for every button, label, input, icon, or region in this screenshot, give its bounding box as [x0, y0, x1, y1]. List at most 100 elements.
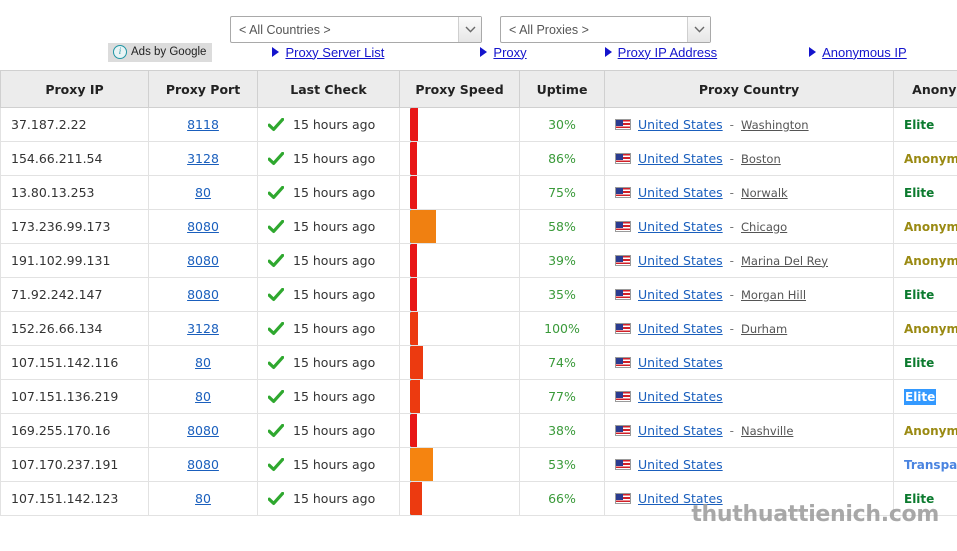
column-header-anonymity[interactable]: Anonymity	[894, 71, 957, 108]
cell-last-check: 15 hours ago	[258, 244, 400, 278]
last-check-label: 15 hours ago	[293, 185, 375, 200]
cell-last-check: 15 hours ago	[258, 278, 400, 312]
column-header-proxy-ip[interactable]: Proxy IP	[1, 71, 149, 108]
cell-last-check: 15 hours ago	[258, 380, 400, 414]
cell-last-check: 15 hours ago	[258, 448, 400, 482]
city-link[interactable]: Nashville	[741, 424, 793, 438]
cell-uptime: 53%	[520, 448, 605, 482]
proxy-port-link[interactable]: 80	[195, 355, 211, 370]
cell-proxy-port: 3128	[149, 142, 258, 176]
country-link[interactable]: United States	[638, 491, 723, 506]
country-link[interactable]: United States	[638, 423, 723, 438]
proxy-port-link[interactable]: 8080	[187, 287, 219, 302]
proxy-speed-bar-fill	[410, 448, 433, 481]
country-link[interactable]: United States	[638, 253, 723, 268]
country-content: United States-Nashville	[615, 423, 883, 438]
cell-uptime: 58%	[520, 210, 605, 244]
uptime-value: 75%	[548, 185, 576, 200]
column-header-proxy-country[interactable]: Proxy Country	[605, 71, 894, 108]
ad-link-label[interactable]: Proxy Server List	[285, 45, 384, 60]
city-link[interactable]: Marina Del Rey	[741, 254, 828, 268]
cell-proxy-port: 8080	[149, 210, 258, 244]
city-link[interactable]: Washington	[741, 118, 809, 132]
cell-proxy-ip: 191.102.99.131	[1, 244, 149, 278]
cell-proxy-ip: 154.66.211.54	[1, 142, 149, 176]
country-link[interactable]: United States	[638, 321, 723, 336]
country-link[interactable]: United States	[638, 287, 723, 302]
country-content: United States-Chicago	[615, 219, 883, 234]
proxy-speed-bar-fill	[410, 244, 417, 277]
table-row: 37.187.2.22811815 hours ago30%United Sta…	[1, 108, 957, 142]
cell-proxy-country: United States-Boston	[605, 142, 894, 176]
proxy-filter-wrapper: < All Proxies >	[500, 16, 711, 34]
green-checkmark-icon	[268, 118, 284, 132]
uptime-value: 58%	[548, 219, 576, 234]
column-header-proxy-speed[interactable]: Proxy Speed	[400, 71, 520, 108]
country-link[interactable]: United States	[638, 185, 723, 200]
country-link[interactable]: United States	[638, 219, 723, 234]
anonymity-badge: Anonymous	[904, 152, 957, 166]
proxy-speed-bar	[410, 312, 509, 346]
cell-uptime: 86%	[520, 142, 605, 176]
country-link[interactable]: United States	[638, 117, 723, 132]
proxy-filter-select[interactable]: < All Proxies >	[500, 16, 711, 43]
cell-proxy-country: United States-Norwalk	[605, 176, 894, 210]
country-content: United States-Washington	[615, 117, 883, 132]
proxy-port-link[interactable]: 80	[195, 185, 211, 200]
proxy-speed-bar-fill	[410, 142, 417, 175]
city-link[interactable]: Morgan Hill	[741, 288, 806, 302]
city-link[interactable]: Durham	[741, 322, 787, 336]
cell-proxy-speed	[400, 482, 520, 516]
country-city-separator: -	[730, 254, 734, 268]
city-link[interactable]: Chicago	[741, 220, 787, 234]
anonymity-badge: Anonymous	[904, 220, 957, 234]
us-flag-icon	[615, 493, 631, 504]
cell-proxy-country: United States-Washington	[605, 108, 894, 142]
ad-link-proxy-ip-address[interactable]: Proxy IP Address	[605, 45, 717, 60]
anonymity-badge: Anonymous	[904, 322, 957, 336]
last-check-label: 15 hours ago	[293, 151, 375, 166]
table-header: Proxy IP Proxy Port Last Check Proxy Spe…	[1, 71, 957, 108]
green-checkmark-icon	[268, 152, 284, 166]
proxy-speed-bar	[410, 244, 509, 278]
ad-link-anonymous-ip[interactable]: Anonymous IP	[809, 45, 907, 60]
country-filter-select[interactable]: < All Countries >	[230, 16, 482, 43]
table-row: 107.170.237.191808015 hours ago53%United…	[1, 448, 957, 482]
column-header-uptime[interactable]: Uptime	[520, 71, 605, 108]
city-link[interactable]: Boston	[741, 152, 781, 166]
last-check-content: 15 hours ago	[268, 117, 389, 132]
ad-link-proxy-server-list[interactable]: Proxy Server List	[272, 45, 384, 60]
ad-link-proxy[interactable]: Proxy	[480, 45, 526, 60]
cell-proxy-country: United States-Nashville	[605, 414, 894, 448]
column-header-proxy-port[interactable]: Proxy Port	[149, 71, 258, 108]
last-check-content: 15 hours ago	[268, 219, 389, 234]
column-header-last-check[interactable]: Last Check	[258, 71, 400, 108]
proxy-port-link[interactable]: 8080	[187, 423, 219, 438]
ads-by-google-badge[interactable]: i Ads by Google	[108, 43, 212, 62]
proxy-port-link[interactable]: 8080	[187, 457, 219, 472]
country-link[interactable]: United States	[638, 389, 723, 404]
uptime-value: 74%	[548, 355, 576, 370]
proxy-port-link[interactable]: 8118	[187, 117, 219, 132]
city-link[interactable]: Norwalk	[741, 186, 788, 200]
cell-proxy-port: 8118	[149, 108, 258, 142]
proxy-port-link[interactable]: 3128	[187, 151, 219, 166]
country-link[interactable]: United States	[638, 151, 723, 166]
uptime-value: 77%	[548, 389, 576, 404]
country-link[interactable]: United States	[638, 355, 723, 370]
country-link[interactable]: United States	[638, 457, 723, 472]
ad-link-label[interactable]: Anonymous IP	[822, 45, 907, 60]
play-triangle-icon	[480, 47, 487, 57]
proxy-port-link[interactable]: 80	[195, 491, 211, 506]
proxy-port-link[interactable]: 8080	[187, 219, 219, 234]
ad-link-label[interactable]: Proxy IP Address	[618, 45, 717, 60]
ad-link-label[interactable]: Proxy	[493, 45, 526, 60]
proxy-port-link[interactable]: 80	[195, 389, 211, 404]
proxy-port-link[interactable]: 8080	[187, 253, 219, 268]
last-check-label: 15 hours ago	[293, 491, 375, 506]
cell-proxy-country: United States	[605, 380, 894, 414]
last-check-content: 15 hours ago	[268, 457, 389, 472]
proxy-port-link[interactable]: 3128	[187, 321, 219, 336]
table-row: 173.236.99.173808015 hours ago58%United …	[1, 210, 957, 244]
proxy-speed-bar-fill	[410, 346, 423, 379]
